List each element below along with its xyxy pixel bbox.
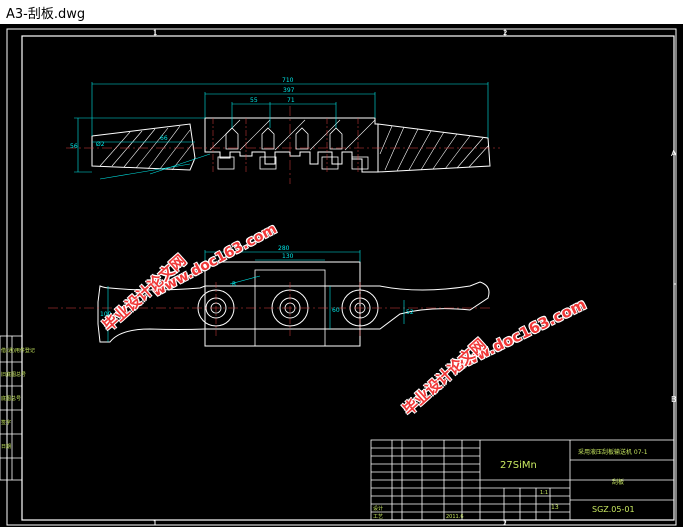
left-l4: 签字 <box>1 419 11 426</box>
left-side-table <box>0 335 23 481</box>
dim-130: 130 <box>282 253 294 260</box>
dim-r: R <box>232 281 236 288</box>
dim-56: 56 <box>70 143 78 150</box>
title-row-1: 设计 <box>373 505 383 512</box>
title-sheet: 13 <box>551 504 559 511</box>
title-company: 采用液压刮板输送机 07-1 <box>578 448 648 456</box>
zone-right-a: A <box>671 149 677 158</box>
title-material: 27SiMn <box>500 460 537 471</box>
title-scale: 1:1 <box>540 490 548 496</box>
window-title: A3-刮板.dwg <box>6 7 86 22</box>
dim-52: 52 <box>406 309 414 316</box>
zone-bottom-2: 2 <box>503 520 507 527</box>
left-l2: 旧底图总号 <box>1 371 26 378</box>
title-date: 2011.6 <box>446 514 464 520</box>
cad-canvas[interactable]: 1 2 1 2 A B 710 397 55 71 56 Ø2 66 280 1… <box>0 24 683 527</box>
inner-frame <box>21 35 675 521</box>
left-l1: 借(通)用件登记 <box>1 347 35 354</box>
left-l5: 日期 <box>1 444 11 450</box>
dim-71: 71 <box>287 97 295 104</box>
dim-55: 55 <box>250 97 258 104</box>
zone-right-b: B <box>671 395 677 404</box>
title-row-2: 工艺 <box>373 514 383 520</box>
dim-280: 280 <box>278 245 290 252</box>
dim-60: 60 <box>332 307 340 314</box>
zone-bottom-1: 1 <box>153 520 157 527</box>
outer-border <box>6 28 677 526</box>
zone-top-1: 1 <box>153 29 157 37</box>
dim-66: 66 <box>160 135 168 142</box>
zone-top-2: 2 <box>503 29 507 37</box>
window-titlebar: A3-刮板.dwg <box>0 0 683 25</box>
dim-710: 710 <box>282 77 294 84</box>
dim-d2: Ø2 <box>96 141 105 148</box>
drawing-svg: 1 2 1 2 A B 710 397 55 71 56 Ø2 66 280 1… <box>0 28 677 527</box>
title-part-name: 刮板 <box>612 478 624 486</box>
dim-397: 397 <box>283 87 295 94</box>
title-drawing-number: SGZ.05-01 <box>592 505 635 514</box>
left-l3: 底图总号 <box>1 395 21 402</box>
